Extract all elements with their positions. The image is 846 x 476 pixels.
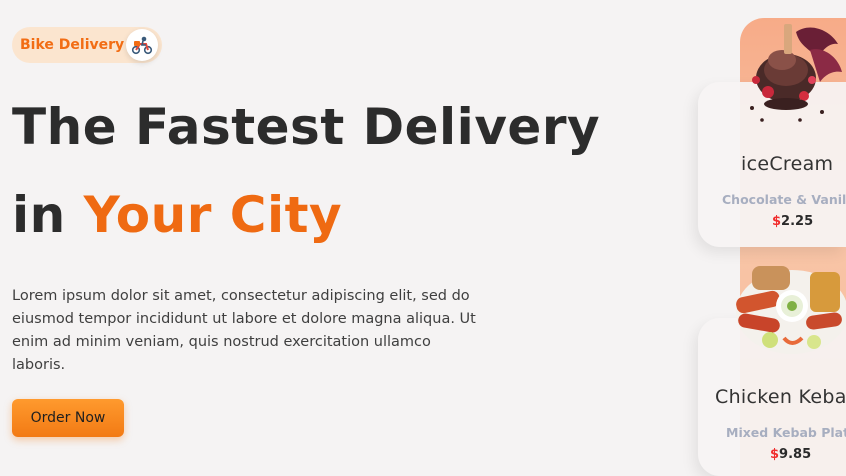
kebab-plate-image — [736, 266, 846, 354]
price-currency: $ — [772, 214, 782, 229]
product-title-kebab: Chicken Keba — [715, 386, 846, 408]
hero-title-accent: Your City — [83, 186, 343, 244]
product-subtitle-kebab: Mixed Kebab Plate — [726, 425, 846, 440]
price-currency: $ — [770, 447, 780, 462]
product-title-icecream: iceCream — [741, 153, 834, 175]
delivery-scooter-icon — [126, 29, 158, 61]
product-price-icecream: $2.25 — [772, 214, 813, 229]
price-value: 9.85 — [779, 447, 812, 462]
hero-title: The Fastest Delivery in Your City — [12, 96, 600, 246]
hero-description: Lorem ipsum dolor sit amet, consectetur … — [12, 288, 476, 373]
product-price-kebab: $9.85 — [770, 447, 811, 462]
order-now-button[interactable]: Order Now — [12, 399, 124, 437]
chocolate-icecream-image — [750, 24, 842, 122]
hero-title-prefix: in — [12, 186, 66, 244]
bike-delivery-badge: Bike Delivery — [12, 27, 162, 63]
hero-title-line1: The Fastest Delivery — [12, 98, 601, 156]
badge-label: Bike Delivery — [20, 37, 125, 53]
hero-title-line2: in Your City — [12, 184, 600, 246]
price-value: 2.25 — [781, 214, 814, 229]
product-subtitle-icecream: Chocolate & Vanill — [722, 192, 846, 207]
